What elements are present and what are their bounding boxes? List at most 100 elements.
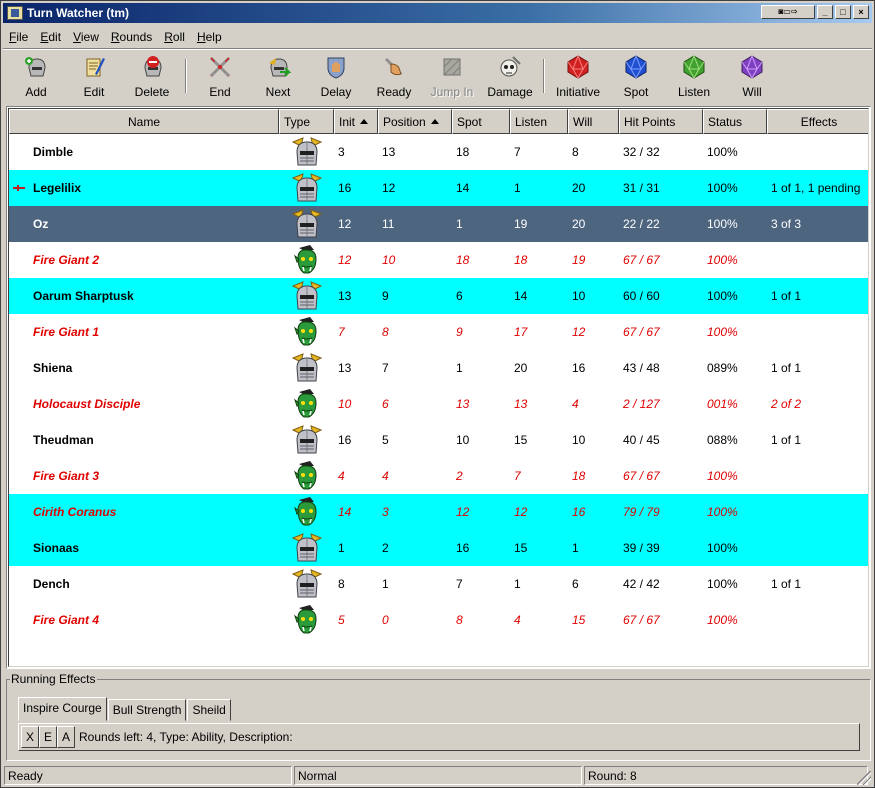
table-row[interactable]: Oz 12 11 1 19 20 22 / 22 100% 3 of 3 bbox=[9, 206, 868, 242]
app-icon[interactable] bbox=[7, 6, 23, 20]
position-cell: 6 bbox=[382, 397, 389, 411]
menu-accelerator: H bbox=[196, 30, 206, 44]
orc-head-icon bbox=[293, 317, 317, 346]
listen-cell: 19 bbox=[514, 217, 528, 231]
spot-button[interactable]: Spot bbox=[607, 51, 665, 101]
name-cell: Oarum Sharptusk bbox=[33, 289, 134, 303]
listen-cell: 17 bbox=[514, 325, 528, 339]
listen-cell: 7 bbox=[514, 145, 521, 159]
hit-points-cell: 67 / 67 bbox=[623, 253, 660, 267]
status-cell: 100% bbox=[707, 505, 738, 519]
col-header-spot[interactable]: Spot bbox=[452, 109, 510, 134]
init-cell: 13 bbox=[338, 289, 352, 303]
end-label: End bbox=[209, 85, 231, 99]
col-header-listen[interactable]: Listen bbox=[510, 109, 568, 134]
add-effect-button[interactable]: A bbox=[57, 726, 75, 748]
table-row[interactable]: Theudman 16 5 10 15 10 40 / 45 088% 1 of 1 bbox=[9, 422, 868, 458]
listen-button[interactable]: Listen bbox=[665, 51, 723, 101]
position-cell: 3 bbox=[382, 505, 389, 519]
maximize-button[interactable]: □ bbox=[835, 5, 851, 19]
remove-effect-button[interactable]: X bbox=[21, 726, 39, 748]
effect-tab[interactable]: Inspire Courge bbox=[18, 697, 107, 721]
init-cell: 4 bbox=[338, 469, 345, 483]
edit-effect-button[interactable]: E bbox=[39, 726, 57, 748]
spot-cell: 14 bbox=[456, 181, 470, 195]
initiative-button[interactable]: Initiative bbox=[549, 51, 607, 101]
col-header-init[interactable]: Init bbox=[334, 109, 378, 134]
menu-view[interactable]: View bbox=[67, 30, 105, 44]
add-button[interactable]: Add bbox=[7, 51, 65, 101]
init-cell: 8 bbox=[338, 577, 345, 591]
effect-tabs: Inspire Courge Bull Strength Sheild bbox=[18, 697, 232, 721]
tray-button[interactable]: ◙▭⇨ bbox=[761, 5, 815, 19]
effects-cell: 1 of 1 bbox=[771, 289, 802, 303]
effect-details: Rounds left: 4, Type: Ability, Descripti… bbox=[79, 730, 293, 744]
col-header-effects[interactable]: Effects bbox=[767, 109, 868, 134]
edit-button[interactable]: Edit bbox=[65, 51, 123, 101]
menu-roll[interactable]: Roll bbox=[158, 30, 191, 44]
edit-scroll-icon bbox=[81, 54, 107, 80]
table-row[interactable]: Legelilix 16 12 14 1 20 31 / 31 100% 1 of 1, 1 p… bbox=[9, 170, 868, 206]
position-cell: 13 bbox=[382, 145, 396, 159]
next-button[interactable]: Next bbox=[249, 51, 307, 101]
table-row[interactable]: Holocaust Disciple 10 6 13 13 4 2 / 127 001% 2 o… bbox=[9, 386, 868, 422]
position-cell: 8 bbox=[382, 325, 389, 339]
spot-cell: 1 bbox=[456, 217, 463, 231]
orc-head-icon bbox=[293, 461, 317, 490]
orc-head-icon bbox=[293, 497, 317, 526]
grid-frame: Name Type Init Position Spot Listen Will… bbox=[8, 108, 869, 667]
status-cell: 100% bbox=[707, 181, 738, 195]
will-button[interactable]: Will bbox=[723, 51, 781, 101]
effect-tab[interactable]: Sheild bbox=[187, 699, 231, 721]
jump-in-button[interactable]: Jump In bbox=[423, 51, 481, 101]
table-row[interactable]: Shiena 13 7 1 20 16 43 / 48 089% 1 of 1 bbox=[9, 350, 868, 386]
hit-points-cell: 31 / 31 bbox=[623, 181, 660, 195]
orc-head-icon bbox=[293, 389, 317, 418]
table-row[interactable]: Fire Giant 2 12 10 18 18 19 67 / 67 100% bbox=[9, 242, 868, 278]
table-row[interactable]: Cirith Coranus 14 3 12 12 16 79 / 79 100% bbox=[9, 494, 868, 530]
col-header-will[interactable]: Will bbox=[568, 109, 619, 134]
title-bar[interactable]: Turn Watcher (tm) ◙▭⇨ _ □ × bbox=[3, 3, 872, 23]
effect-tab[interactable]: Bull Strength bbox=[107, 699, 187, 721]
col-init-label: Init bbox=[339, 114, 356, 129]
menu-edit[interactable]: Edit bbox=[34, 30, 67, 44]
close-button[interactable]: × bbox=[853, 5, 869, 19]
minimize-button[interactable]: _ bbox=[817, 5, 833, 19]
will-cell: 16 bbox=[572, 505, 586, 519]
col-header-status[interactable]: Status bbox=[703, 109, 767, 134]
col-header-hit-points[interactable]: Hit Points bbox=[619, 109, 703, 134]
status-cell: 089% bbox=[707, 361, 738, 375]
menu-file[interactable]: File bbox=[3, 30, 34, 44]
table-row[interactable]: Fire Giant 1 7 8 9 17 12 67 / 67 100% bbox=[9, 314, 868, 350]
col-header-name[interactable]: Name bbox=[9, 109, 279, 134]
col-header-position[interactable]: Position bbox=[378, 109, 452, 134]
delay-button[interactable]: Delay bbox=[307, 51, 365, 101]
resize-grip[interactable] bbox=[857, 771, 871, 785]
table-row[interactable]: Sionaas 1 2 16 15 1 39 / 39 100% bbox=[9, 530, 868, 566]
grid-rows: Dimble 3 13 18 7 8 32 / 32 100% Legelilix 16 12 14 1… bbox=[9, 134, 868, 638]
hit-points-cell: 42 / 42 bbox=[623, 577, 660, 591]
spot-cell: 1 bbox=[456, 361, 463, 375]
table-row[interactable]: Dench 8 1 7 1 6 42 / 42 100% 1 of 1 bbox=[9, 566, 868, 602]
table-row[interactable]: Fire Giant 4 5 0 8 4 15 67 / 67 100% bbox=[9, 602, 868, 638]
blue-die-icon bbox=[623, 54, 649, 80]
position-cell: 11 bbox=[382, 217, 395, 231]
running-effects-panel: Running Effects Inspire Courge Bull Stren… bbox=[6, 672, 871, 761]
menu-rounds[interactable]: Rounds bbox=[105, 30, 158, 44]
table-row[interactable]: Oarum Sharptusk 13 9 6 14 10 60 / 60 100% 1 of 1 bbox=[9, 278, 868, 314]
will-cell: 19 bbox=[572, 253, 586, 267]
combatant-grid[interactable]: Name Type Init Position Spot Listen Will… bbox=[6, 106, 871, 669]
col-header-type[interactable]: Type bbox=[279, 109, 334, 134]
hand-shield-icon bbox=[323, 54, 349, 80]
damage-button[interactable]: Damage bbox=[481, 51, 539, 101]
ready-button[interactable]: Ready bbox=[365, 51, 423, 101]
status-cell: 088% bbox=[707, 433, 738, 447]
spot-cell: 18 bbox=[456, 145, 470, 159]
title-buttons: ◙▭⇨ _ □ × bbox=[761, 5, 869, 19]
end-button[interactable]: End bbox=[191, 51, 249, 101]
delete-button[interactable]: Delete bbox=[123, 51, 181, 101]
menu-help[interactable]: Help bbox=[191, 30, 228, 44]
table-row[interactable]: Dimble 3 13 18 7 8 32 / 32 100% bbox=[9, 134, 868, 170]
table-row[interactable]: Fire Giant 3 4 4 2 7 18 67 / 67 100% bbox=[9, 458, 868, 494]
hit-points-cell: 67 / 67 bbox=[623, 469, 660, 483]
